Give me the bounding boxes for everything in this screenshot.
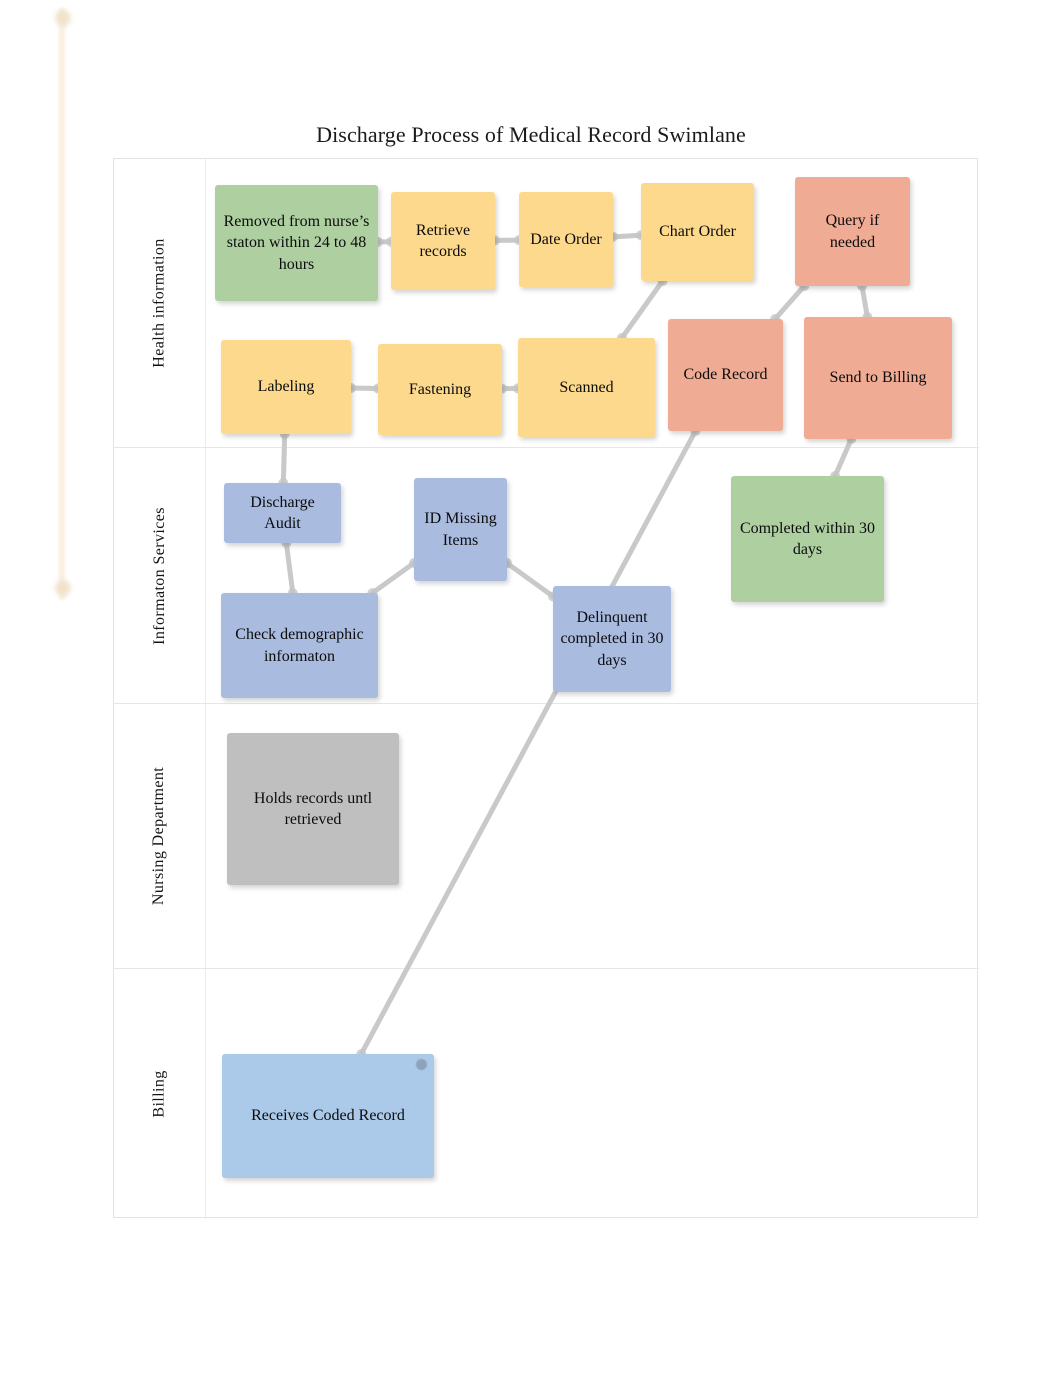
- node-retrieve-records[interactable]: Retrieve records: [391, 192, 495, 290]
- page-margin-mark-cap-bottom: [55, 580, 71, 596]
- lane-header-informaton-services: Informaton Services: [114, 448, 206, 703]
- node-labeling[interactable]: Labeling: [221, 340, 351, 434]
- node-discharge-audit[interactable]: Discharge Audit: [224, 483, 341, 543]
- lane-header-nursing-department: Nursing Department: [114, 704, 206, 968]
- node-receives-coded-record[interactable]: Receives Coded Record: [222, 1054, 434, 1178]
- node-label-query-if-needed: Query if needed: [825, 212, 880, 251]
- node-label-holds-records-until-retrieved: Holds records untl retrieved: [253, 789, 373, 828]
- connector-endpoint-dot: [416, 1059, 427, 1070]
- lane-label-nursing-department: Nursing Department: [150, 766, 168, 906]
- node-completed-within-30-days[interactable]: Completed within 30 days: [731, 476, 884, 602]
- node-label-date-order: Date Order: [530, 230, 602, 248]
- node-fastening[interactable]: Fastening: [378, 344, 502, 435]
- lane-label-billing: Billing: [150, 1070, 168, 1118]
- node-label-fastening: Fastening: [408, 380, 472, 398]
- lane-header-billing: Billing: [114, 969, 206, 1219]
- node-scanned[interactable]: Scanned: [518, 338, 655, 437]
- node-date-order[interactable]: Date Order: [519, 192, 613, 287]
- node-check-demographic-information[interactable]: Check demographic informaton: [221, 593, 378, 698]
- node-label-scanned: Scanned: [559, 378, 614, 396]
- node-label-id-missing-items: ID Missing Items: [424, 510, 497, 549]
- node-label-completed-within-30-days: Completed within 30 days: [739, 519, 876, 558]
- node-query-if-needed[interactable]: Query if needed: [795, 177, 910, 286]
- node-holds-records-until-retrieved[interactable]: Holds records untl retrieved: [227, 733, 399, 885]
- page-margin-mark: [58, 8, 67, 600]
- node-label-check-demographic-information: Check demographic informaton: [235, 626, 364, 665]
- node-send-to-billing[interactable]: Send to Billing: [804, 317, 952, 439]
- node-label-receives-coded-record: Receives Coded Record: [251, 1107, 405, 1125]
- node-label-send-to-billing: Send to Billing: [829, 369, 927, 387]
- node-label-discharge-audit: Discharge Audit: [250, 493, 315, 532]
- node-label-delinquent-completed-in-30-days: Delinquent completed in 30 days: [560, 609, 664, 669]
- node-label-retrieve-records: Retrieve records: [415, 221, 471, 260]
- node-label-labeling: Labeling: [257, 378, 315, 396]
- node-code-record[interactable]: Code Record: [668, 319, 783, 431]
- lane-label-informaton-services: Informaton Services: [150, 506, 168, 645]
- node-id-missing-items[interactable]: ID Missing Items: [414, 478, 507, 581]
- node-chart-order[interactable]: Chart Order: [641, 183, 754, 281]
- node-label-removed-from-nurses-station: Removed from nurse’s staton within 24 to…: [223, 213, 370, 273]
- node-label-chart-order: Chart Order: [659, 223, 736, 241]
- node-label-code-record: Code Record: [683, 366, 768, 384]
- node-delinquent-completed-in-30-days[interactable]: Delinquent completed in 30 days: [553, 586, 671, 692]
- page-margin-mark-cap-top: [55, 10, 71, 26]
- page-title: Discharge Process of Medical Record Swim…: [316, 122, 746, 147]
- lane-header-health-information: Health information: [114, 159, 206, 447]
- node-removed-from-nurses-station[interactable]: Removed from nurse’s staton within 24 to…: [215, 185, 378, 301]
- lane-label-health-information: Health information: [150, 238, 168, 368]
